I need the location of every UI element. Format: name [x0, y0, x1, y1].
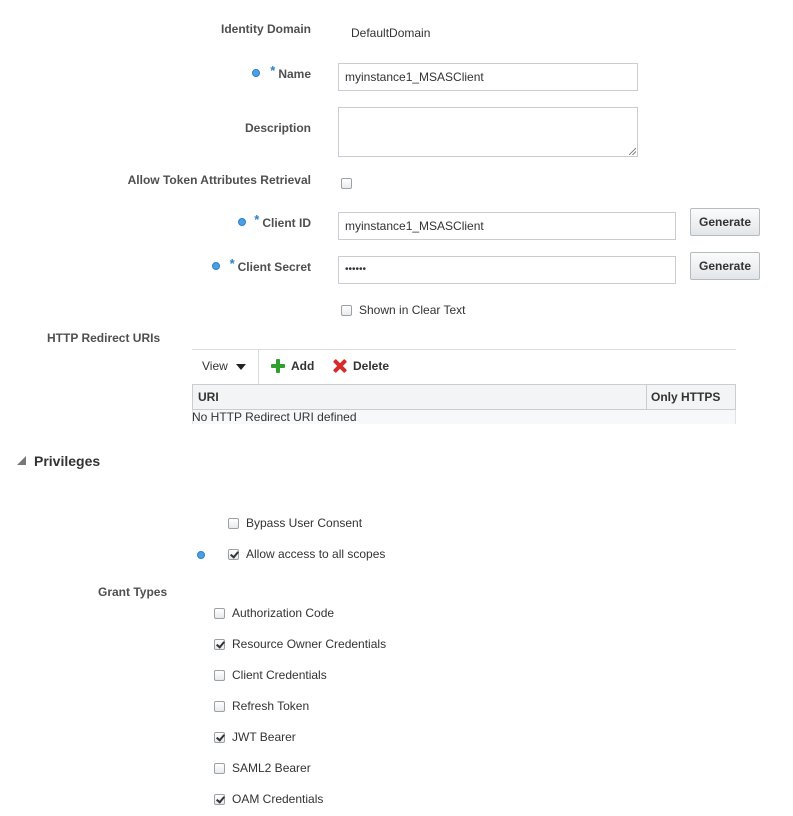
- generate-client-secret-button[interactable]: Generate: [690, 252, 760, 280]
- toolbar-top-border: [192, 349, 736, 350]
- checkmark-icon: [216, 794, 225, 804]
- changed-indicator-icon: [212, 262, 220, 270]
- empty-table-message: No HTTP Redirect URI defined: [192, 410, 357, 424]
- required-icon: *: [229, 256, 235, 271]
- column-header-only-https[interactable]: Only HTTPS: [651, 390, 720, 404]
- allow-all-scopes-label: Allow access to all scopes: [246, 547, 386, 561]
- delete-button[interactable]: Delete: [332, 358, 389, 374]
- name-input[interactable]: myinstance1_MSASClient: [338, 63, 638, 91]
- allow-all-scopes-checkbox[interactable]: [228, 549, 239, 560]
- grant-client-credentials-label: Client Credentials: [232, 668, 327, 682]
- description-label: Description: [244, 121, 311, 135]
- grant-resource-owner-label: Resource Owner Credentials: [232, 637, 387, 651]
- grant-saml2-bearer-checkbox[interactable]: [214, 763, 225, 774]
- required-icon: *: [254, 212, 260, 227]
- redirect-uris-label: HTTP Redirect URIs: [47, 331, 161, 345]
- collapse-triangle-icon[interactable]: [17, 456, 26, 465]
- plus-icon: [271, 359, 285, 373]
- grant-saml2-bearer-label: SAML2 Bearer: [232, 761, 311, 775]
- grant-client-credentials-checkbox[interactable]: [214, 670, 225, 681]
- grant-types-label: Grant Types: [98, 585, 168, 599]
- description-textarea[interactable]: [338, 107, 638, 157]
- identity-domain-value: DefaultDomain: [351, 26, 431, 40]
- changed-indicator-icon: [238, 218, 246, 226]
- changed-indicator-icon: [252, 69, 260, 77]
- redirect-table-header: URI Only HTTPS: [192, 384, 736, 410]
- client-id-label: * Client ID: [254, 212, 311, 230]
- allow-token-label: Allow Token Attributes Retrieval: [127, 173, 311, 187]
- name-label: * Name: [270, 63, 311, 81]
- checkmark-icon: [216, 732, 225, 742]
- grant-authorization-code-label: Authorization Code: [232, 606, 335, 620]
- changed-indicator-icon: [197, 551, 205, 559]
- shown-clear-text-checkbox[interactable]: [341, 305, 352, 316]
- allow-token-checkbox[interactable]: [341, 178, 352, 189]
- client-secret-input[interactable]: ••••••: [338, 256, 676, 284]
- bypass-consent-label: Bypass User Consent: [246, 516, 363, 530]
- grant-oam-credentials-label: OAM Credentials: [232, 792, 324, 806]
- grant-jwt-bearer-label: JWT Bearer: [232, 730, 296, 744]
- grant-resource-owner-checkbox[interactable]: [214, 639, 225, 650]
- delete-x-icon: [332, 358, 348, 374]
- checkmark-icon: [216, 639, 225, 649]
- add-button[interactable]: Add: [271, 359, 314, 373]
- column-header-uri[interactable]: URI: [198, 390, 219, 404]
- client-id-input[interactable]: myinstance1_MSASClient: [338, 212, 676, 240]
- bypass-consent-checkbox[interactable]: [228, 518, 239, 529]
- grant-jwt-bearer-checkbox[interactable]: [214, 732, 225, 743]
- client-secret-label: * Client Secret: [229, 256, 311, 274]
- grant-oam-credentials-checkbox[interactable]: [214, 794, 225, 805]
- shown-clear-text-label: Shown in Clear Text: [359, 303, 466, 317]
- chevron-down-icon: [236, 363, 247, 370]
- toolbar-separator: [258, 350, 259, 384]
- resize-handle-icon[interactable]: [629, 148, 636, 155]
- checkmark-icon: [230, 549, 239, 559]
- grant-authorization-code-checkbox[interactable]: [214, 608, 225, 619]
- grant-refresh-token-label: Refresh Token: [232, 699, 310, 713]
- view-menu[interactable]: View: [202, 359, 247, 373]
- required-icon: *: [270, 63, 276, 78]
- identity-domain-label: Identity Domain: [220, 22, 311, 36]
- privileges-header[interactable]: Privileges: [34, 453, 100, 469]
- grant-refresh-token-checkbox[interactable]: [214, 701, 225, 712]
- column-divider: [646, 385, 647, 409]
- generate-client-id-button[interactable]: Generate: [690, 208, 760, 236]
